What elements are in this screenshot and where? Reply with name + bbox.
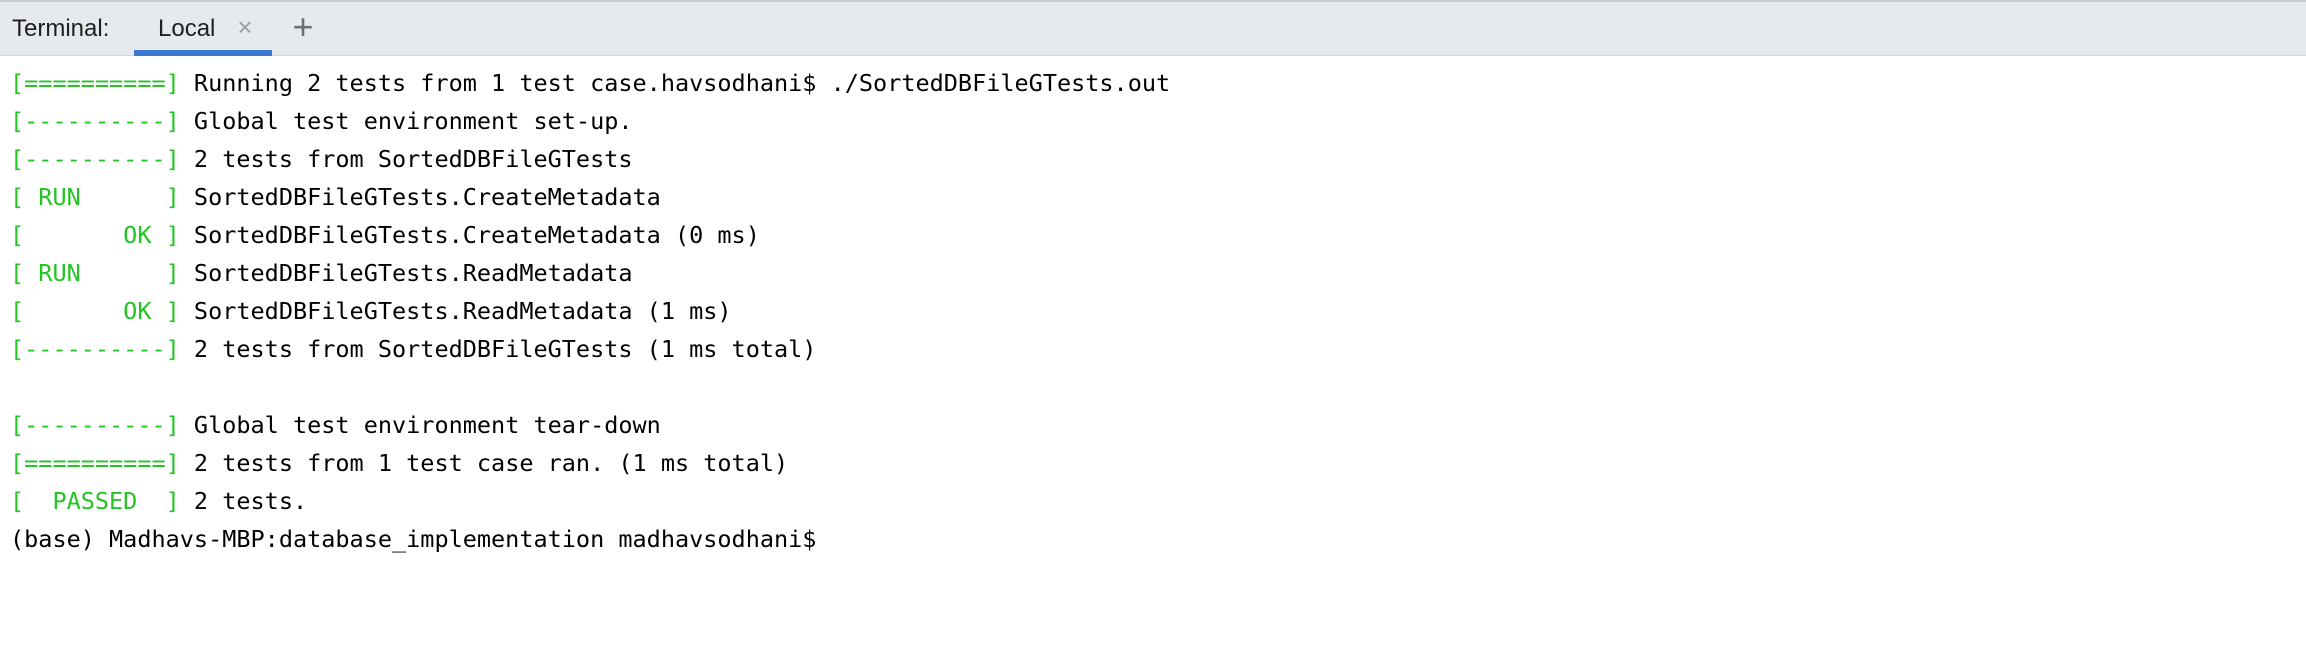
tab-local-label: Local [158,15,216,42]
close-icon[interactable]: × [232,12,258,42]
test-status-tag: [==========] [10,69,180,97]
terminal-line-text: Global test environment set-up. [179,107,633,135]
terminal-line-text: 2 tests from SortedDBFileGTests (1 ms to… [179,335,817,363]
terminal-line: [----------] 2 tests from SortedDBFileGT… [10,330,2296,368]
terminal-line-text: 2 tests from 1 test case ran. (1 ms tota… [179,449,789,477]
terminal-line: [----------] Global test environment set… [10,102,2296,140]
terminal-line-text: SortedDBFileGTests.ReadMetadata (1 ms) [179,297,732,325]
terminal-tool-window-header: Terminal: Local × + [0,0,2306,56]
terminal-line: [ RUN ] SortedDBFileGTests.ReadMetadata [10,254,2296,292]
terminal-line-text: Running 2 tests from 1 test case.havsodh… [179,69,1171,97]
terminal-line-text: SortedDBFileGTests.CreateMetadata (0 ms) [179,221,760,249]
test-status-tag: [----------] [10,145,180,173]
tab-local[interactable]: Local × [134,2,272,56]
terminal-line: [ PASSED ] 2 tests. [10,482,2296,520]
terminal-line: [----------] 2 tests from SortedDBFileGT… [10,140,2296,178]
terminal-line-text: 2 tests from SortedDBFileGTests [179,145,633,173]
add-tab-icon[interactable]: + [286,9,320,45]
terminal-title: Terminal: [12,15,110,42]
test-status-tag: [ OK ] [10,221,180,249]
terminal-line-text: SortedDBFileGTests.ReadMetadata [179,259,633,287]
test-status-tag: [----------] [10,107,180,135]
test-status-tag: [ PASSED ] [10,487,180,515]
terminal-line-text: Global test environment tear-down [179,411,661,439]
terminal-line: [==========] Running 2 tests from 1 test… [10,64,2296,102]
terminal-output[interactable]: [==========] Running 2 tests from 1 test… [0,56,2306,650]
test-status-tag: [----------] [10,411,180,439]
test-status-tag: [ OK ] [10,297,180,325]
test-status-tag: [----------] [10,335,180,363]
terminal-prompt[interactable]: (base) Madhavs-MBP:database_implementati… [10,520,2296,558]
terminal-line: [==========] 2 tests from 1 test case ra… [10,444,2296,482]
terminal-line-text: SortedDBFileGTests.CreateMetadata [179,183,661,211]
terminal-line: [ OK ] SortedDBFileGTests.CreateMetadata… [10,216,2296,254]
terminal-line: [----------] Global test environment tea… [10,406,2296,444]
prompt-text: (base) Madhavs-MBP:database_implementati… [10,525,817,553]
test-status-tag: [ RUN ] [10,183,180,211]
test-status-tag: [ RUN ] [10,259,180,287]
terminal-line-text: 2 tests. [179,487,308,515]
test-status-tag: [==========] [10,449,180,477]
terminal-line: [ OK ] SortedDBFileGTests.ReadMetadata (… [10,292,2296,330]
terminal-line: [ RUN ] SortedDBFileGTests.CreateMetadat… [10,178,2296,216]
